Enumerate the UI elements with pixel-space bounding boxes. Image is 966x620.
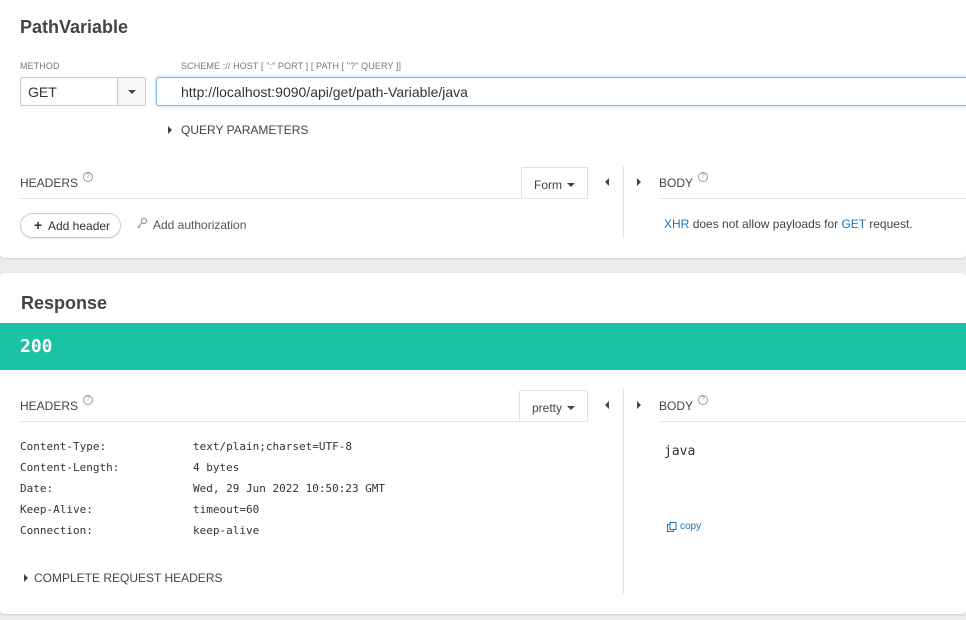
- response-body-label: BODY: [659, 399, 694, 413]
- question-circle-icon[interactable]: ?: [698, 395, 708, 405]
- header-key: Connection:: [20, 524, 93, 537]
- response-headers-label: HEADERS: [20, 399, 79, 413]
- divider: [659, 198, 966, 199]
- response-body: java: [664, 444, 696, 459]
- add-authorization-link[interactable]: Add authorization: [136, 217, 256, 233]
- status-code: 200: [20, 336, 53, 357]
- header-row: Date: Wed, 29 Jun 2022 10:50:23 GMT: [20, 482, 580, 503]
- header-key: Content-Type:: [20, 440, 107, 453]
- body-note-end: request.: [869, 217, 913, 231]
- header-value: 4 bytes: [193, 461, 240, 474]
- header-row: Keep-Alive: timeout=60: [20, 503, 580, 524]
- header-row: Content-Type: text/plain;charset=UTF-8: [20, 440, 580, 461]
- divider: [20, 421, 588, 422]
- request-panel: PathVariable METHOD SCHEME :// HOST [ ":…: [0, 0, 966, 258]
- xhr-link[interactable]: XHR: [664, 217, 689, 231]
- copy-label: copy: [680, 521, 702, 532]
- header-key: Content-Length:: [20, 461, 120, 474]
- status-bar: 200: [0, 323, 966, 370]
- body-note-text: does not allow payloads for: [692, 217, 839, 231]
- request-headers-label: HEADERS: [20, 176, 79, 190]
- headers-format-value: Form: [534, 178, 562, 192]
- get-link[interactable]: GET: [841, 217, 865, 231]
- triangle-left-icon[interactable]: [605, 178, 609, 186]
- copy-icon: [667, 522, 677, 532]
- header-value: keep-alive: [193, 524, 260, 537]
- splitter[interactable]: [623, 389, 624, 594]
- header-row: Connection: keep-alive: [20, 524, 580, 545]
- header-value: text/plain;charset=UTF-8: [193, 440, 352, 453]
- url-label: SCHEME :// HOST [ ":" PORT ] [ PATH [ "?…: [181, 61, 402, 71]
- response-format-dropdown[interactable]: pretty: [519, 390, 588, 422]
- caret-down-icon: [128, 90, 136, 94]
- url-input[interactable]: [156, 77, 966, 106]
- query-parameters-toggle[interactable]: QUERY PARAMETERS: [166, 122, 316, 138]
- triangle-right-icon: [168, 126, 172, 134]
- triangle-left-icon[interactable]: [605, 401, 609, 409]
- question-circle-icon[interactable]: ?: [83, 395, 93, 405]
- copy-button[interactable]: copy: [667, 521, 707, 535]
- add-header-button[interactable]: + Add header: [20, 213, 121, 238]
- header-key: Date:: [20, 482, 54, 495]
- question-circle-icon[interactable]: ?: [698, 172, 708, 182]
- complete-request-headers-label: COMPLETE REQUEST HEADERS: [34, 571, 223, 585]
- response-title: Response: [21, 293, 108, 313]
- plus-icon: +: [34, 217, 43, 233]
- question-circle-icon[interactable]: ?: [83, 172, 93, 182]
- key-icon: [137, 217, 148, 229]
- request-body-label: BODY: [659, 176, 694, 190]
- request-title: PathVariable: [20, 17, 129, 37]
- header-value: timeout=60: [193, 503, 260, 516]
- splitter[interactable]: [623, 166, 624, 238]
- headers-format-dropdown[interactable]: Form: [521, 167, 588, 199]
- query-parameters-label: QUERY PARAMETERS: [181, 123, 309, 137]
- triangle-right-icon: [24, 574, 28, 582]
- method-select[interactable]: GET: [20, 77, 146, 106]
- method-value: GET: [28, 84, 57, 100]
- add-authorization-label: Add authorization: [153, 218, 247, 232]
- response-format-value: pretty: [532, 401, 563, 415]
- triangle-right-icon[interactable]: [637, 401, 641, 409]
- method-dropdown-toggle[interactable]: [117, 78, 145, 105]
- body-note: XHR does not allow payloads for GET requ…: [664, 217, 913, 231]
- caret-down-icon: [567, 406, 575, 410]
- divider: [20, 198, 588, 199]
- response-panel: Response 200 HEADERS ? pretty BODY ? Con…: [0, 273, 966, 614]
- complete-request-headers-toggle[interactable]: COMPLETE REQUEST HEADERS: [22, 571, 242, 587]
- header-row: Content-Length: 4 bytes: [20, 461, 580, 482]
- header-value: Wed, 29 Jun 2022 10:50:23 GMT: [193, 482, 386, 495]
- header-key: Keep-Alive:: [20, 503, 93, 516]
- divider: [659, 421, 966, 422]
- add-header-label: Add header: [48, 219, 111, 233]
- triangle-right-icon[interactable]: [637, 178, 641, 186]
- caret-down-icon: [567, 183, 575, 187]
- method-label: METHOD: [20, 61, 60, 71]
